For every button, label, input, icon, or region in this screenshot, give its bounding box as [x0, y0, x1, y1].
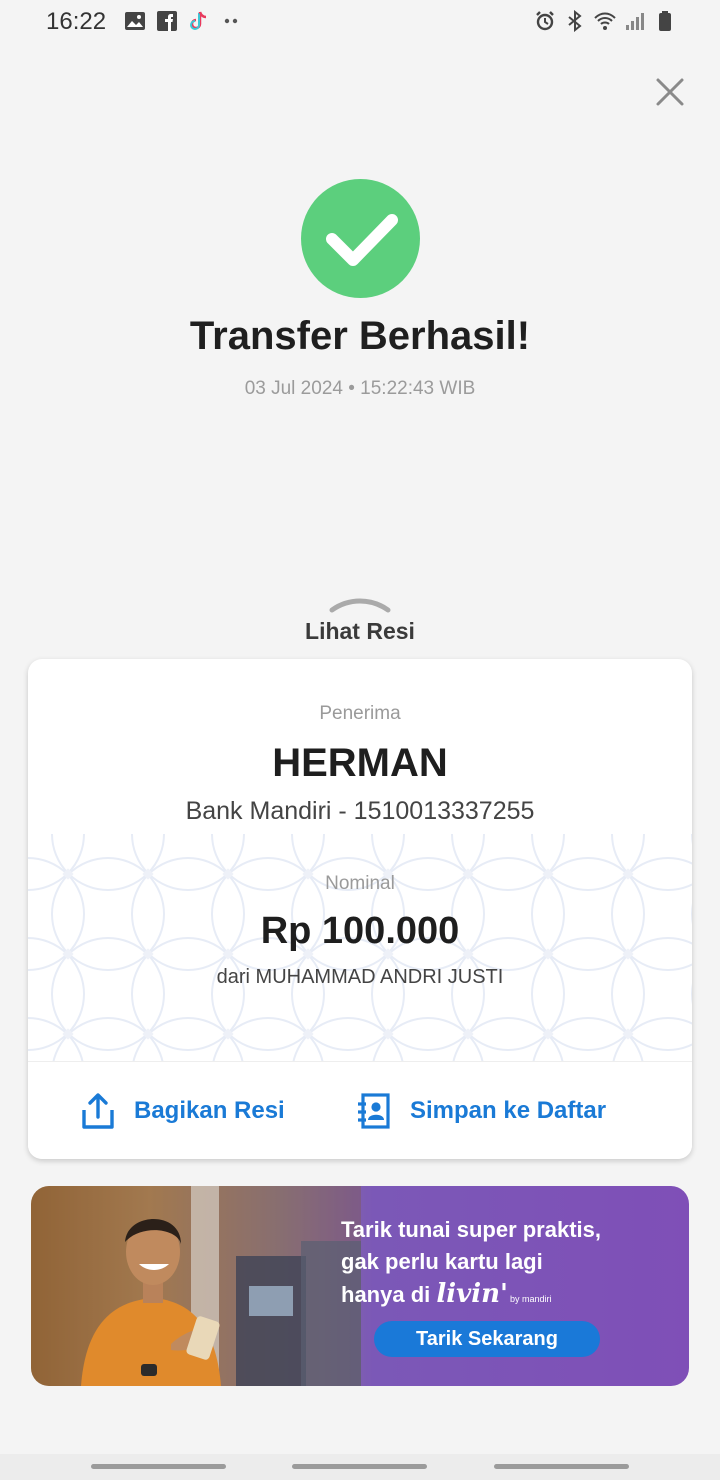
recipient-bank-account: Bank Mandiri - 1510013337255 — [185, 797, 535, 825]
promo-line-2: gak perlu kartu lagi — [341, 1249, 543, 1274]
status-time: 16:22 — [46, 8, 107, 35]
sender-name: dari MUHAMMAD ANDRI JUSTI — [216, 966, 504, 988]
view-receipt-toggle[interactable]: Lihat Resi — [0, 596, 720, 645]
receipt-card: Penerima HERMAN Bank Mandiri - 151001333… — [28, 659, 692, 1159]
bluetooth-icon — [568, 10, 582, 32]
share-receipt-label: Bagikan Resi — [134, 1097, 285, 1124]
promo-cta-button[interactable]: Tarik Sekarang — [374, 1321, 600, 1357]
promo-line-3: hanya di livin' by mandiri — [341, 1278, 601, 1315]
livin-logo: livin' — [436, 1279, 508, 1309]
status-bar: 16:22 — [0, 0, 720, 44]
promo-text: Tarik tunai super praktis, gak perlu kar… — [341, 1214, 601, 1315]
transfer-amount: Rp 100.000 — [260, 910, 460, 952]
promo-line-3-prefix: hanya di — [341, 1282, 431, 1307]
livin-logo-sub: by mandiri — [509, 1294, 552, 1304]
chevron-up-icon — [329, 598, 391, 613]
more-dots-icon — [224, 18, 238, 24]
nav-back[interactable] — [494, 1464, 629, 1469]
success-badge — [301, 179, 420, 298]
system-icons — [534, 10, 676, 32]
checkmark-icon — [326, 214, 398, 266]
nav-recents[interactable] — [91, 1464, 226, 1469]
view-receipt-label: Lihat Resi — [305, 618, 415, 644]
amount-label: Nominal — [325, 873, 395, 894]
promo-photo — [31, 1186, 361, 1386]
alarm-icon — [536, 11, 554, 31]
system-nav-bar — [0, 1454, 720, 1480]
save-to-list-button[interactable]: Simpan ke Daftar — [356, 1092, 606, 1130]
gallery-icon — [125, 12, 145, 30]
recipient-name: HERMAN — [272, 741, 448, 785]
notification-icons — [124, 10, 242, 32]
battery-icon — [659, 11, 671, 31]
save-to-list-label: Simpan ke Daftar — [410, 1097, 607, 1124]
tiktok-icon — [190, 11, 207, 30]
facebook-icon — [157, 11, 177, 31]
recipient-label: Penerima — [319, 703, 401, 724]
promo-line-1: Tarik tunai super praktis, — [341, 1217, 602, 1242]
receipt-actions: Bagikan Resi Simpan ke Daftar — [28, 1061, 692, 1159]
transaction-datetime: 03 Jul 2024 • 15:22:43 WIB — [244, 378, 476, 399]
nav-home[interactable] — [292, 1464, 427, 1469]
close-icon[interactable] — [654, 76, 686, 108]
wifi-icon — [594, 12, 616, 30]
promo-banner[interactable]: Tarik tunai super praktis, gak perlu kar… — [31, 1186, 689, 1386]
add-contact-icon — [358, 1093, 390, 1129]
signal-icon — [626, 13, 644, 30]
share-icon — [82, 1093, 114, 1129]
share-receipt-button[interactable]: Bagikan Resi — [80, 1092, 285, 1130]
page-title: Transfer Berhasil! — [189, 314, 531, 358]
